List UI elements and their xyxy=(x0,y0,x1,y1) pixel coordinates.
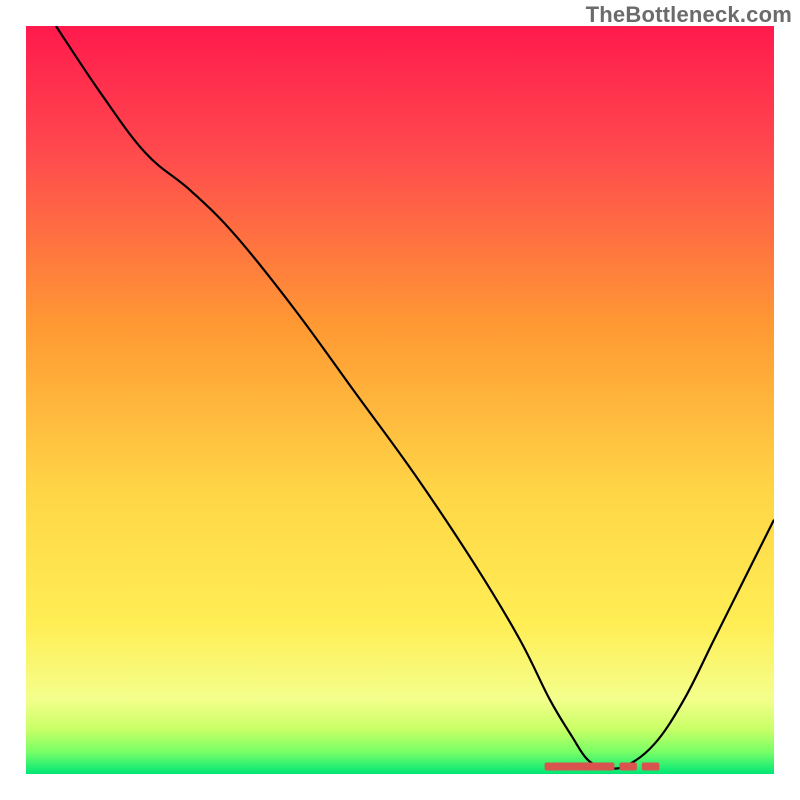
optimal-marker xyxy=(627,763,637,771)
chart-container: TheBottleneck.com xyxy=(0,0,800,800)
gradient-background xyxy=(26,26,774,774)
watermark-text: TheBottleneck.com xyxy=(586,2,792,28)
optimal-marker xyxy=(604,763,614,771)
chart-svg xyxy=(26,26,774,774)
optimal-marker-group xyxy=(545,763,660,771)
plot-area xyxy=(26,26,774,774)
optimal-marker xyxy=(649,763,659,771)
